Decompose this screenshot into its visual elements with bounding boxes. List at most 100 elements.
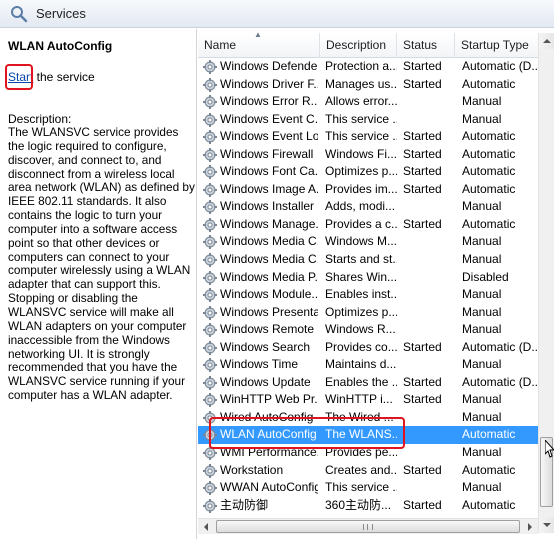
gear-icon [203,393,217,408]
gear-icon [203,358,217,373]
service-startup-type: Manual [462,480,502,495]
service-status: Started [403,181,442,196]
service-description: WinHTTP i... [325,392,393,407]
service-description: Provides im... [325,181,397,196]
services-app-icon [11,6,28,23]
service-name: WLAN AutoConfig [220,427,317,442]
scroll-left-button[interactable] [198,519,214,535]
service-row[interactable]: Workstation Creates and... Started Automati… [198,462,538,480]
gear-icon [203,323,217,338]
service-startup-type: Manual [462,199,502,214]
service-row[interactable]: Windows Remote ... Windows R... Manual [198,321,538,339]
service-row[interactable]: Windows Event C... This service ... Manual [198,111,538,129]
gear-icon [203,270,217,285]
vertical-scrollbar[interactable] [538,33,554,533]
service-row[interactable]: 主动防御 360主动防... Started Automatic [198,497,538,515]
service-row[interactable]: Windows Media C... Starts and st... Manual [198,251,538,269]
service-description: Protection a... [325,59,397,73]
service-description: Provides pe... [325,445,397,460]
service-row[interactable]: Windows Manage... Provides a c... Started A… [198,216,538,234]
service-row[interactable]: Windows Search Provides co... Started Autom… [198,339,540,357]
service-description: Adds, modi... [325,199,396,214]
service-row[interactable]: Windows Media P... Shares Win... Disabled [198,269,538,287]
scroll-down-button[interactable] [539,517,554,533]
gear-icon [203,481,217,496]
service-row[interactable]: Windows Firewall Windows Fi... Started Auto… [198,146,538,164]
gear-icon [203,446,217,461]
service-row[interactable]: Windows Defender Protection a... Started Au… [198,58,540,76]
service-row[interactable]: Windows Error R... Allows error... Manual [198,93,538,111]
description-text: The WLANSVC service provides the logic r… [8,125,195,403]
column-description[interactable]: Description [320,33,397,58]
service-name: Windows Update [220,374,311,389]
service-startup-type: Manual [462,304,502,319]
service-row[interactable]: Windows Module... Enables inst... Manual [198,286,538,304]
service-row[interactable]: WinHTTP Web Pr... WinHTTP i... Started Manu… [198,391,538,409]
scroll-right-button[interactable] [522,519,538,535]
gear-icon [203,340,217,355]
service-row[interactable]: Windows Update Enables the ... Started Auto… [198,374,540,392]
service-row[interactable]: WMI Performance... Provides pe... Manual [198,444,538,462]
service-startup-type: Manual [462,234,502,249]
service-name: Windows Remote ... [220,322,318,337]
service-name: Windows Driver F... [220,76,318,91]
gear-icon [203,165,217,180]
service-description: Windows M... [325,234,397,249]
start-service-link[interactable]: Start [8,70,33,84]
scroll-up-button[interactable] [539,33,554,49]
service-status: Started [403,146,442,161]
horizontal-scrollbar[interactable] [198,518,538,534]
service-name: WinHTTP Web Pr... [220,392,318,407]
selected-service-title: WLAN AutoConfig [8,39,113,53]
gear-icon [203,147,217,162]
service-description: Creates and... [325,462,397,477]
service-description: Provides a c... [325,216,397,231]
service-row[interactable]: Windows Time Maintains d... Manual [198,356,538,374]
column-status[interactable]: Status [397,33,455,58]
service-startup-type: Automatic [462,181,516,196]
service-row[interactable]: Windows Media C... Windows M... Manual [198,233,538,251]
gear-icon [203,77,217,92]
service-description: Manages us... [325,76,397,91]
vertical-scroll-thumb[interactable] [540,437,553,507]
service-status: Started [403,392,442,407]
service-row[interactable]: WLAN AutoConfig The WLANS... Automatic [198,426,538,445]
service-description: Starts and st... [325,252,397,267]
gear-icon [203,463,217,478]
service-startup-type: Automatic [462,497,516,512]
column-name[interactable]: ▲ Name [198,30,320,58]
service-startup-type: Manual [462,94,502,109]
service-status: Started [403,59,442,73]
service-description: The Wired ... [325,409,394,424]
service-row[interactable]: Wired AutoConfig The Wired ... Manual [198,409,538,427]
service-status: Started [403,374,442,389]
horizontal-scroll-thumb[interactable] [216,520,520,533]
service-row[interactable]: Windows Presenta... Optimizes p... Manual [198,304,538,322]
service-status: Started [403,76,442,91]
service-row[interactable]: Windows Driver F... Manages us... Started A… [198,76,538,94]
service-startup-type: Automatic [462,427,516,442]
service-startup-type: Automatic [462,146,516,161]
service-status: Started [403,129,442,144]
service-name: 主动防御 [220,497,269,512]
service-status: Started [403,497,442,512]
service-row[interactable]: Windows Image A... Provides im... Started A… [198,181,538,199]
service-name: Windows Manage... [220,216,318,231]
service-startup-type: Manual [462,322,502,337]
service-row[interactable]: Windows Installer Adds, modi... Manual [198,198,538,216]
column-startup-type[interactable]: Startup Type [455,33,539,58]
gear-icon [203,60,217,74]
service-startup-type: Automatic (D... [462,59,540,73]
details-pane: WLAN AutoConfig Start the service Descri… [0,29,197,539]
grip-icon [363,524,373,530]
arrow-right-icon [528,523,532,531]
service-name: Workstation [220,462,284,477]
title-bar: Services [0,0,554,28]
service-row[interactable]: WWAN AutoConfig This service ... Manual [198,479,538,497]
service-description: Windows R... [325,322,396,337]
service-row[interactable]: Windows Font Ca... Optimizes p... Started A… [198,163,538,181]
service-description: Allows error... [325,94,397,109]
service-name: Windows Installer [220,199,315,214]
service-startup-type: Manual [462,357,502,372]
service-row[interactable]: Windows Event Log This service ... Started… [198,128,538,146]
